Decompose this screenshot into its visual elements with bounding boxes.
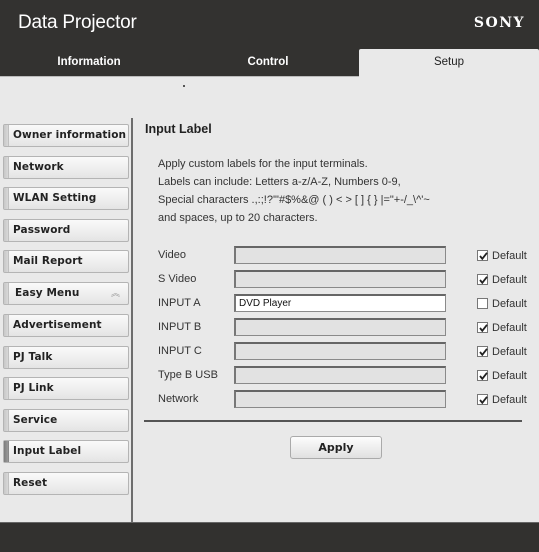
input-name-label: INPUT B: [158, 321, 202, 333]
checkmark-icon: [479, 252, 488, 261]
header-bar: Data Projector SONY Information Control …: [0, 0, 539, 76]
sidebar-item-label: Input Label: [13, 445, 82, 457]
main-tabs: Information Control Setup: [0, 49, 539, 76]
label-input-input-b[interactable]: [234, 318, 446, 336]
sidebar-item-mail-report[interactable]: Mail Report: [3, 250, 129, 273]
input-label-panel: Input Label Apply custom labels for the …: [133, 100, 539, 522]
input-name-label: Video: [158, 249, 186, 261]
default-label: Default: [492, 394, 527, 406]
checkmark-icon: [479, 396, 488, 405]
form-divider: [144, 420, 522, 422]
label-input-video[interactable]: [234, 246, 446, 264]
input-row-input-a: INPUT A Default: [133, 294, 539, 314]
checkmark-icon: [479, 276, 488, 285]
input-name-label: INPUT A: [158, 297, 201, 309]
input-row-video: Video Default: [133, 246, 539, 266]
label-input-type-b-usb[interactable]: [234, 366, 446, 384]
app-title: Data Projector: [18, 12, 137, 33]
sidebar-item-label: PJ Talk: [13, 351, 53, 363]
sidebar-item-input-label[interactable]: Input Label: [3, 440, 129, 463]
tab-setup[interactable]: Setup: [359, 49, 539, 76]
input-row-network: Network Default: [133, 390, 539, 410]
sidebar-item-label: Service: [13, 414, 58, 426]
sidebar-item-advertisement[interactable]: Advertisement: [3, 314, 129, 337]
sidebar-item-wlan-setting[interactable]: WLAN Setting: [3, 187, 129, 210]
default-label: Default: [492, 250, 527, 262]
description-line: Apply custom labels for the input termin…: [158, 158, 368, 170]
default-checkbox-video[interactable]: [477, 250, 488, 261]
sidebar-item-label: Easy Menu: [15, 287, 80, 299]
tab-information[interactable]: Information: [0, 49, 178, 76]
brand-logo: SONY: [473, 15, 525, 31]
input-row-input-b: INPUT B Default: [133, 318, 539, 338]
default-label: Default: [492, 274, 527, 286]
default-label: Default: [492, 322, 527, 334]
footer-bar: [0, 522, 539, 552]
sidebar-item-label: Owner information: [13, 129, 127, 141]
sidebar-item-label: Network: [13, 161, 64, 173]
page-title: Input Label: [145, 122, 212, 136]
checkmark-icon: [479, 348, 488, 357]
double-chevron-up-icon[interactable]: ︽: [111, 286, 120, 299]
sidebar-item-label: Reset: [13, 477, 48, 489]
sidebar-item-pj-talk[interactable]: PJ Talk: [3, 346, 129, 369]
tab-divider: [0, 76, 359, 77]
input-name-label: Network: [158, 393, 199, 405]
default-checkbox-input-c[interactable]: [477, 346, 488, 357]
sidebar-item-pj-link[interactable]: PJ Link: [3, 377, 129, 400]
default-label: Default: [492, 346, 527, 358]
sidebar-item-easy-menu[interactable]: Easy Menu ︽: [3, 282, 129, 305]
description: Apply custom labels for the input termin…: [158, 155, 430, 227]
label-input-input-c[interactable]: [234, 342, 446, 360]
sidebar-item-label: Advertisement: [13, 319, 102, 331]
sidebar-item-password[interactable]: Password: [3, 219, 129, 242]
sidebar-item-label: PJ Link: [13, 382, 54, 394]
input-name-label: S Video: [158, 273, 197, 285]
description-line: Labels can include: Letters a-z/A-Z, Num…: [158, 176, 401, 188]
sidebar-item-service[interactable]: Service: [3, 409, 129, 432]
label-input-input-a[interactable]: [234, 294, 446, 312]
input-row-input-c: INPUT C Default: [133, 342, 539, 362]
label-input-s-video[interactable]: [234, 270, 446, 288]
input-row-s-video: S Video Default: [133, 270, 539, 290]
default-checkbox-network[interactable]: [477, 394, 488, 405]
default-label: Default: [492, 298, 527, 310]
default-checkbox-input-a[interactable]: [477, 298, 488, 309]
description-line: and spaces, up to 20 characters.: [158, 212, 318, 224]
tab-control[interactable]: Control: [178, 49, 358, 76]
sidebar-item-label: Password: [13, 224, 71, 236]
input-row-type-b-usb: Type B USB Default: [133, 366, 539, 386]
default-checkbox-s-video[interactable]: [477, 274, 488, 285]
default-checkbox-type-b-usb[interactable]: [477, 370, 488, 381]
sidebar-item-network[interactable]: Network: [3, 156, 129, 179]
sidebar-item-owner-information[interactable]: Owner information: [3, 124, 129, 147]
sidebar-item-reset[interactable]: Reset: [3, 472, 129, 495]
sidebar-item-label: WLAN Setting: [13, 192, 97, 204]
label-input-network[interactable]: [234, 390, 446, 408]
apply-button[interactable]: Apply: [290, 436, 382, 459]
checkmark-icon: [479, 324, 488, 333]
checkmark-icon: [479, 372, 488, 381]
default-label: Default: [492, 370, 527, 382]
description-line: Special characters .,:;!?'"#$%&@ ( ) < >…: [158, 194, 430, 206]
default-checkbox-input-b[interactable]: [477, 322, 488, 333]
decorative-dot: [183, 85, 185, 87]
input-name-label: Type B USB: [158, 369, 218, 381]
input-name-label: INPUT C: [158, 345, 202, 357]
sidebar-item-label: Mail Report: [13, 255, 83, 267]
